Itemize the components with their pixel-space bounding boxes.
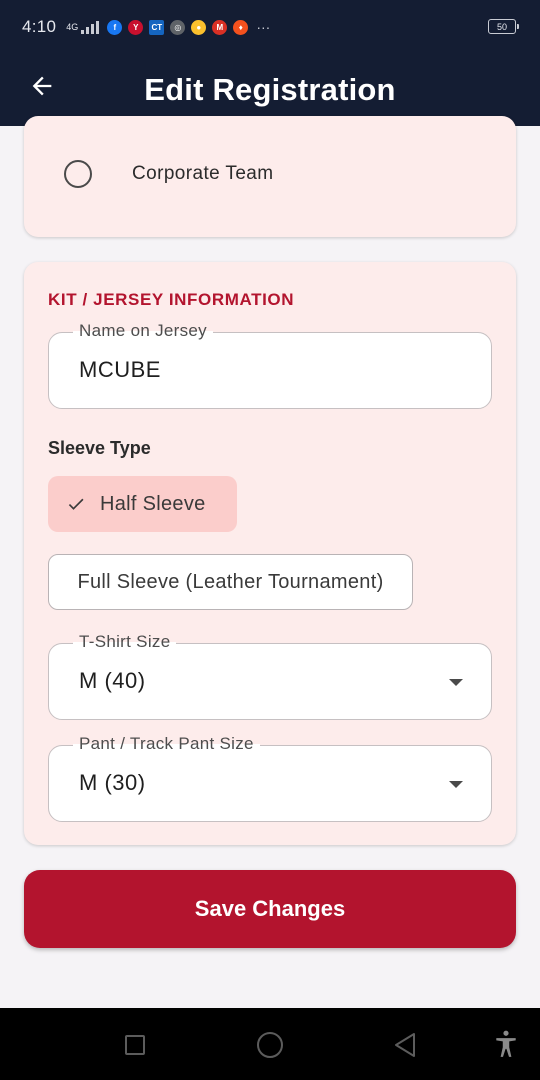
- signal-icon: [81, 20, 100, 34]
- tshirt-size-label: T-Shirt Size: [73, 632, 177, 652]
- pant-size-dropdown[interactable]: Pant / Track Pant Size M (30): [48, 734, 492, 822]
- battery-level: 50: [496, 21, 507, 32]
- home-icon[interactable]: [257, 1032, 283, 1058]
- status-bar: 4:10 4G f Y CT ◎ ● M ♦ ··· 50: [0, 0, 540, 54]
- name-on-jersey-value[interactable]: MCUBE: [79, 357, 161, 383]
- section-title: KIT / JERSEY INFORMATION: [48, 290, 295, 309]
- facebook-icon: f: [107, 19, 123, 35]
- app-y-icon: Y: [128, 19, 144, 35]
- check-icon: [68, 498, 84, 510]
- radio-unselected-icon[interactable]: [64, 160, 92, 188]
- system-nav-bar: [0, 1008, 540, 1080]
- tshirt-size-dropdown[interactable]: T-Shirt Size M (40): [48, 632, 492, 720]
- sleeve-type-title: Sleeve Type: [48, 438, 151, 458]
- orange-app-icon: ♦: [233, 19, 249, 35]
- radio-option-label: Corporate Team: [132, 163, 274, 184]
- team-type-card: Corporate Team: [24, 116, 516, 237]
- chip-full-sleeve[interactable]: Full Sleeve (Leather Tournament): [48, 554, 413, 610]
- dropdown-arrow-icon[interactable]: [449, 781, 463, 788]
- chip-label: Full Sleeve (Leather Tournament): [77, 570, 384, 593]
- name-on-jersey-label: Name on Jersey: [73, 321, 213, 341]
- tshirt-size-value: M (40): [79, 668, 146, 693]
- kit-jersey-card: KIT / JERSEY INFORMATION Name on Jersey …: [24, 262, 516, 845]
- arrow-back-icon: [32, 76, 52, 96]
- pant-size-value: M (30): [79, 770, 146, 795]
- network-type: 4G: [66, 21, 79, 32]
- more-notifications-icon: ···: [256, 19, 271, 35]
- back-triangle-icon[interactable]: [393, 1032, 417, 1058]
- notification-icons: f Y CT ◎ ● M ♦: [107, 19, 249, 35]
- save-changes-button[interactable]: Save Changes: [24, 870, 516, 948]
- chrome-icon: ◎: [170, 19, 186, 35]
- mail-icon: M: [212, 19, 228, 35]
- page-title: Edit Registration: [144, 72, 396, 107]
- pant-size-label: Pant / Track Pant Size: [73, 734, 260, 754]
- back-button[interactable]: [26, 70, 58, 102]
- ct-icon: CT: [149, 19, 165, 35]
- chip-label: Half Sleeve: [100, 492, 206, 515]
- lens-icon: ●: [191, 19, 207, 35]
- chip-half-sleeve[interactable]: Half Sleeve: [48, 476, 237, 532]
- recents-icon[interactable]: [125, 1035, 145, 1055]
- battery-icon: 50: [488, 19, 519, 34]
- name-on-jersey-field[interactable]: Name on Jersey MCUBE: [48, 321, 492, 409]
- status-time: 4:10: [22, 17, 57, 36]
- network-indicator: 4G: [66, 21, 79, 32]
- radio-option-corporate-team[interactable]: Corporate Team: [64, 160, 274, 188]
- accessibility-icon[interactable]: [493, 1030, 519, 1058]
- dropdown-arrow-icon[interactable]: [449, 679, 463, 686]
